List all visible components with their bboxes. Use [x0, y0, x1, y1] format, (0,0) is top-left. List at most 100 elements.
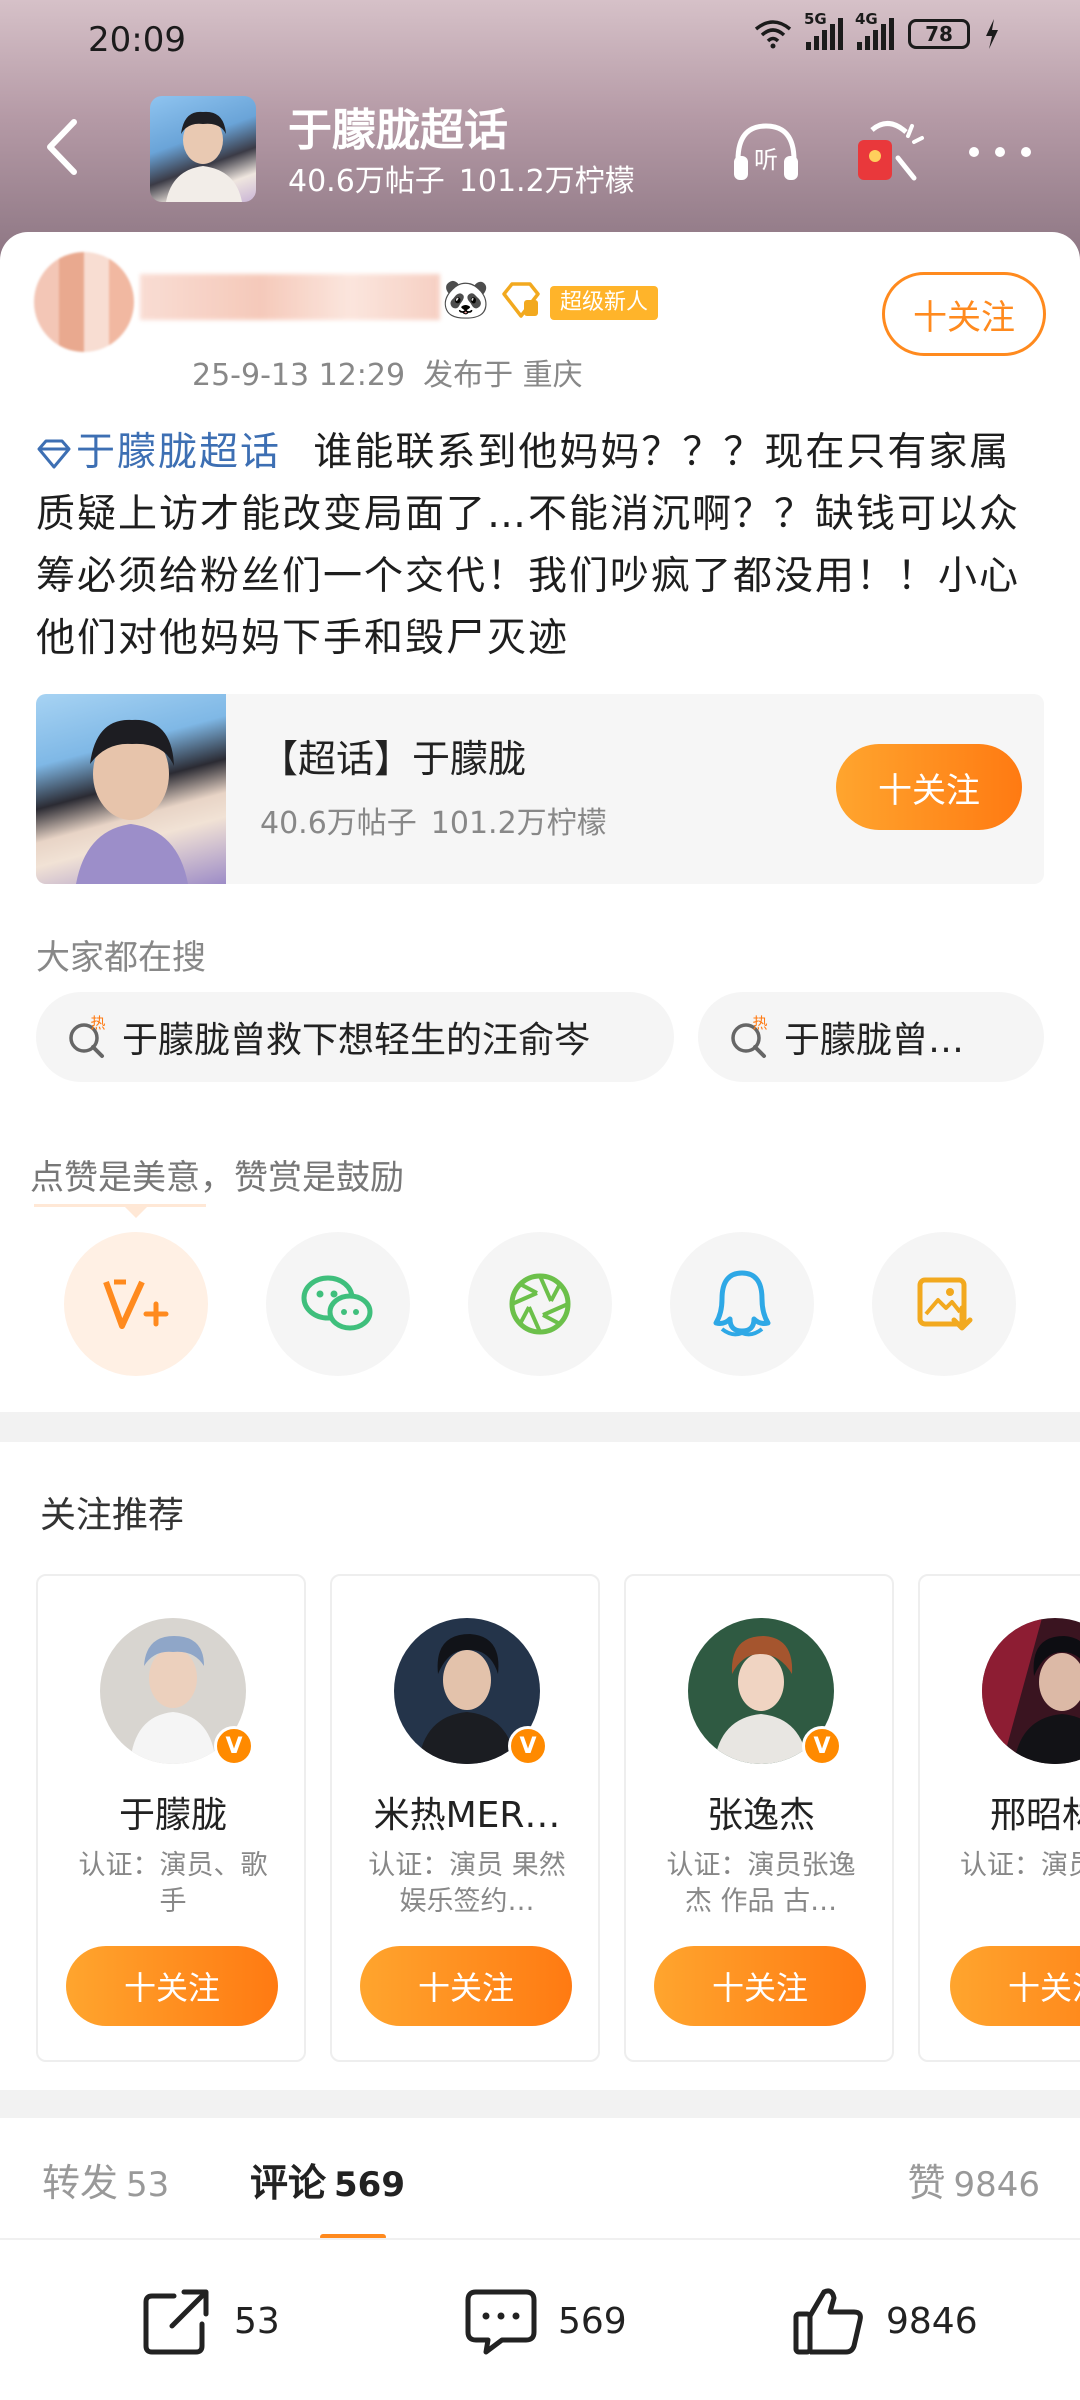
hot-search-icon: 热 [731, 1014, 768, 1058]
battery-icon: 78 [908, 19, 970, 49]
share-qq-button[interactable] [670, 1232, 814, 1376]
topic-avatar[interactable] [150, 96, 256, 202]
more-options-icon[interactable] [960, 112, 1040, 192]
topic-card-name: 【超话】于朦胧 [260, 737, 527, 781]
topic-post-count: 40.6万帖子 [288, 164, 445, 199]
tab-repost-count: 53 [126, 2165, 170, 2205]
recommend-user-card[interactable]: V 于朦胧 认证：演员、歌手 十关注 [36, 1574, 306, 2062]
topic-card-lemons: 101.2万柠檬 [430, 806, 607, 841]
super-topic-gem-icon [37, 439, 71, 469]
red-packet-icon[interactable] [848, 112, 928, 192]
share-wechat-button[interactable] [266, 1232, 410, 1376]
recommend-follow-button[interactable]: 十关注 [360, 1946, 572, 2026]
praise-hint-underline [34, 1204, 206, 1207]
tab-repost-label: 转发 [42, 2161, 119, 2205]
praise-hint: 点赞是美意，赞赏是鼓励 [30, 1158, 404, 1198]
post-location: 发布于 重庆 [423, 358, 583, 393]
tab-like-label: 赞 [907, 2161, 946, 2205]
praise-hint-pointer [122, 1204, 150, 1218]
tab-comment-label: 评论 [250, 2161, 327, 2205]
hot-search-icon: 热 [69, 1014, 106, 1058]
recommend-user-name: 于朦胧 [118, 1795, 227, 1836]
thumbs-up-icon [793, 2288, 863, 2355]
recommend-user-card[interactable]: V 米热MER… 认证：演员 果然娱乐签约… 十关注 [330, 1574, 600, 2062]
section-divider [0, 1412, 1080, 1442]
comment-bubble-icon [465, 2289, 537, 2355]
status-time: 20:09 [88, 20, 186, 60]
comment-count: 569 [558, 2300, 627, 2342]
author-name-blurred[interactable] [140, 274, 440, 320]
repost-button[interactable]: 53 [138, 2282, 280, 2360]
wifi-icon [754, 20, 792, 49]
moments-aperture-icon [509, 1273, 571, 1335]
topic-card-stats: 40.6万帖子 101.2万柠檬 [260, 798, 621, 842]
verified-v-icon: V [214, 1726, 254, 1766]
recommend-user-card[interactable]: V 张逸杰 认证：演员张逸杰 作品 古… 十关注 [624, 1574, 894, 2062]
recommend-user-name: 张逸杰 [706, 1795, 815, 1836]
recommend-user-desc: 认证：演员、歌手 [78, 1850, 268, 1917]
save-image-button[interactable] [872, 1232, 1016, 1376]
recommend-title: 关注推荐 [40, 1495, 185, 1536]
trending-search-text: 于朦胧曾… [784, 1020, 965, 1061]
headphones-listen-icon[interactable]: 听 [726, 112, 806, 192]
comment-button[interactable]: 569 [462, 2282, 627, 2360]
post-date: 25-9-13 12:29 [192, 358, 406, 393]
listen-label: 听 [754, 146, 778, 174]
recommend-user-desc: 认证：演员张逸杰 作品 古… [666, 1850, 856, 1917]
interaction-tabs: 转发 53 评论 569 赞 9846 [0, 2124, 1080, 2240]
recommend-follow-button[interactable]: 十关注 [654, 1946, 866, 2026]
super-topic-card[interactable]: 【超话】于朦胧 40.6万帖子 101.2万柠檬 十关注 [36, 694, 1044, 884]
share-moments-button[interactable] [468, 1232, 612, 1376]
bottom-action-bar: 53 569 9846 [0, 2238, 1080, 2400]
recommend-user-card[interactable]: 邢昭林 认证：演员 邢昭林 十关注 [918, 1574, 1080, 2062]
like-count: 9846 [886, 2300, 978, 2342]
signal-4g-icon: 4G [855, 10, 894, 50]
author-avatar[interactable] [34, 252, 134, 352]
repost-count: 53 [234, 2300, 280, 2342]
trending-search-chip[interactable]: 热 于朦胧曾… [698, 992, 1044, 1082]
topic-stats: 40.6万帖子 101.2万柠檬 [288, 156, 649, 200]
tab-like[interactable]: 赞 9846 [907, 2152, 1040, 2207]
post-meta: 25-9-13 12:29 发布于 重庆 [192, 350, 601, 394]
follow-topic-button[interactable]: 十关注 [836, 744, 1022, 830]
super-newbie-badge: 超级新人 [550, 286, 659, 320]
like-button[interactable]: 9846 [790, 2282, 978, 2360]
avatar[interactable] [982, 1618, 1080, 1764]
recommend-follow-button[interactable]: 十关注 [66, 1946, 278, 2026]
topic-link[interactable]: 于朦胧超话 [36, 430, 281, 475]
topic-title: 于朦胧超话 [288, 105, 508, 156]
diamond-badge-icon [502, 282, 540, 318]
recommend-user-name: 邢昭林 [990, 1795, 1080, 1836]
panda-badge-icon: 🐼 [442, 277, 490, 321]
reward-v-button[interactable] [64, 1232, 208, 1376]
verified-v-icon: V [508, 1726, 548, 1766]
post-content: 于朦胧超话 谁能联系到他妈妈？？？现在只有家属质疑上访才能改变局面了…不能消沉啊… [36, 422, 1046, 670]
topic-card-posts: 40.6万帖子 [260, 806, 417, 841]
charging-icon [986, 19, 998, 49]
back-arrow-icon[interactable] [34, 112, 94, 182]
trending-search-title: 大家都在搜 [36, 938, 206, 978]
signal-5g-icon: 5G [804, 10, 843, 50]
hot-label: 热 [752, 1014, 767, 1032]
post-card: 🐼 超级新人 25-9-13 12:29 发布于 重庆 十关注 于朦胧超话 谁能联… [0, 232, 1080, 1412]
tab-comment[interactable]: 评论 569 [250, 2152, 405, 2207]
tab-like-count: 9846 [953, 2165, 1040, 2205]
status-bar: 20:09 5G 4G 78 [0, 0, 1080, 80]
hot-label: 热 [90, 1014, 105, 1032]
image-download-icon [917, 1277, 973, 1331]
topic-thumbnail [36, 694, 226, 884]
topic-lemon-count: 101.2万柠檬 [458, 164, 635, 199]
tab-comment-count: 569 [334, 2165, 405, 2205]
topic-nav-bar: 于朦胧超话 40.6万帖子 101.2万柠檬 听 [0, 90, 1080, 210]
follow-author-button[interactable]: 十关注 [882, 272, 1046, 356]
repost-share-icon [143, 2289, 209, 2355]
wechat-icon [301, 1275, 373, 1331]
section-divider [0, 2090, 1080, 2118]
recommend-user-desc: 认证：演员 果然娱乐签约… [368, 1850, 566, 1917]
v-plus-icon [103, 1279, 169, 1329]
qq-penguin-icon [713, 1270, 771, 1337]
tab-repost[interactable]: 转发 53 [42, 2152, 169, 2207]
recommend-follow-button[interactable]: 十关注 [950, 1946, 1080, 2026]
verified-v-icon: V [802, 1726, 842, 1766]
trending-search-chip[interactable]: 热 于朦胧曾救下想轻生的汪俞岑 [36, 992, 674, 1082]
